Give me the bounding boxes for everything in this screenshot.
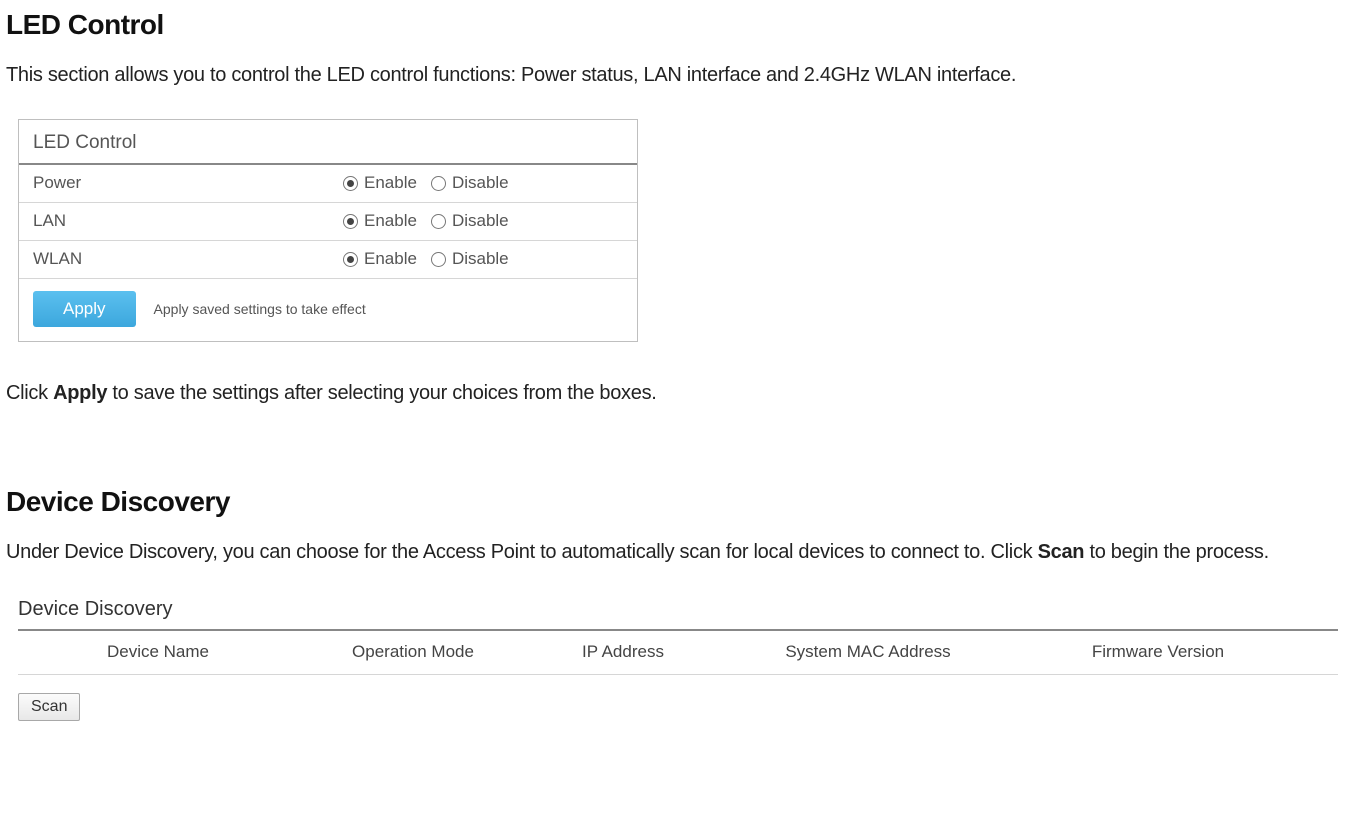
dd-header-row: Device Name Operation Mode IP Address Sy… [18, 631, 1338, 675]
wlan-disable-label: Disable [452, 248, 509, 271]
led-control-heading: LED Control [6, 6, 1356, 44]
dd-desc-after: to begin the process. [1084, 541, 1269, 563]
led-row-lan: LAN Enable Disable [19, 203, 637, 241]
dd-desc-bold: Scan [1038, 541, 1085, 563]
apply-caption: Apply saved settings to take effect [154, 300, 366, 319]
radio-unselected-icon [431, 252, 446, 267]
device-discovery-description: Under Device Discovery, you can choose f… [6, 539, 1356, 566]
dd-desc-before: Under Device Discovery, you can choose f… [6, 541, 1038, 563]
led-label-power: Power [33, 172, 343, 195]
device-discovery-panel: Device Discovery Device Name Operation M… [18, 596, 1338, 721]
radio-unselected-icon [431, 176, 446, 191]
led-footer-after: to save the settings after selecting you… [107, 382, 656, 404]
led-label-wlan: WLAN [33, 248, 343, 271]
led-row-wlan: WLAN Enable Disable [19, 241, 637, 279]
lan-disable-label: Disable [452, 210, 509, 233]
wlan-enable-radio[interactable]: Enable [343, 248, 431, 271]
radio-unselected-icon [431, 214, 446, 229]
power-enable-label: Enable [364, 172, 417, 195]
dd-col-firmware-version: Firmware Version [1018, 641, 1298, 664]
dd-col-device-name: Device Name [18, 641, 298, 664]
dd-col-mac-address: System MAC Address [718, 641, 1018, 664]
led-label-lan: LAN [33, 210, 343, 233]
lan-enable-label: Enable [364, 210, 417, 233]
lan-disable-radio[interactable]: Disable [431, 210, 523, 233]
apply-row: Apply Apply saved settings to take effec… [19, 279, 637, 327]
radio-selected-icon [343, 252, 358, 267]
apply-button[interactable]: Apply [33, 291, 136, 327]
power-enable-radio[interactable]: Enable [343, 172, 431, 195]
radio-selected-icon [343, 176, 358, 191]
dd-panel-title: Device Discovery [18, 596, 1338, 631]
lan-enable-radio[interactable]: Enable [343, 210, 431, 233]
wlan-enable-label: Enable [364, 248, 417, 271]
led-footer-bold: Apply [53, 382, 107, 404]
power-disable-label: Disable [452, 172, 509, 195]
radio-selected-icon [343, 214, 358, 229]
wlan-disable-radio[interactable]: Disable [431, 248, 523, 271]
led-panel-title: LED Control [19, 130, 637, 166]
led-footer-before: Click [6, 382, 53, 404]
scan-button[interactable]: Scan [18, 693, 80, 721]
dd-col-operation-mode: Operation Mode [298, 641, 528, 664]
device-discovery-heading: Device Discovery [6, 483, 1356, 521]
led-control-panel: LED Control Power Enable Disable LAN Ena… [18, 119, 638, 342]
led-apply-instruction: Click Apply to save the settings after s… [6, 380, 1356, 407]
dd-col-ip-address: IP Address [528, 641, 718, 664]
led-row-power: Power Enable Disable [19, 165, 637, 203]
led-control-description: This section allows you to control the L… [6, 62, 1356, 89]
power-disable-radio[interactable]: Disable [431, 172, 523, 195]
